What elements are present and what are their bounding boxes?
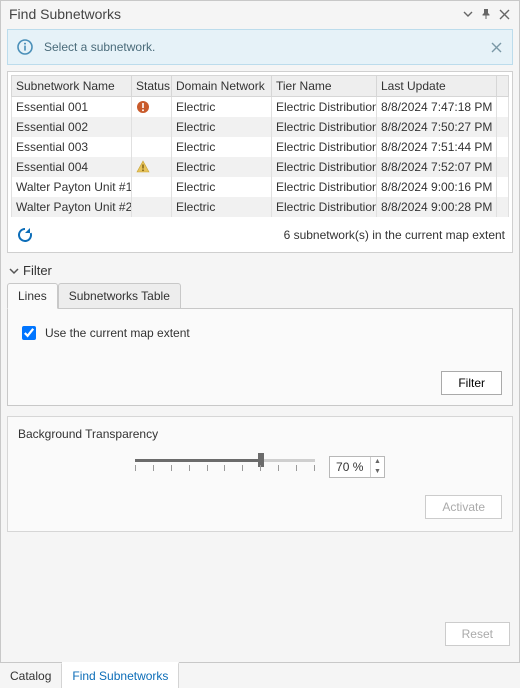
filter-label: Filter	[23, 263, 52, 278]
cell: Electric	[172, 117, 272, 137]
use-extent-row[interactable]: Use the current map extent	[18, 323, 502, 343]
cell	[497, 97, 509, 118]
collapse-icon[interactable]	[459, 5, 477, 23]
status-cell	[132, 177, 172, 197]
filter-header-toggle[interactable]: Filter	[7, 263, 513, 278]
column-header[interactable]: Status	[132, 76, 172, 97]
table-footer: 6 subnetwork(s) in the current map exten…	[11, 217, 509, 249]
cell: Walter Payton Unit #1	[12, 177, 132, 197]
filter-panel: Use the current map extent Filter	[7, 308, 513, 406]
filter-section: Filter Lines Subnetworks Table Use the c…	[7, 263, 513, 406]
filter-button[interactable]: Filter	[441, 371, 502, 395]
cell: Electric Distribution	[272, 157, 377, 177]
cell: Electric Distribution	[272, 137, 377, 157]
cell: Electric Distribution	[272, 117, 377, 137]
cell	[497, 177, 509, 197]
column-header-spacer	[497, 76, 509, 97]
transparency-label: Background Transparency	[18, 427, 502, 441]
cell: Electric	[172, 137, 272, 157]
table-row[interactable]: Walter Payton Unit #2 ElectricElectric Di…	[12, 197, 509, 217]
cell: Electric Distribution	[272, 177, 377, 197]
status-cell	[132, 97, 172, 118]
cell	[497, 117, 509, 137]
cell: 8/8/2024 7:51:44 PM	[377, 137, 497, 157]
info-message: Select a subnetwork.	[44, 40, 488, 54]
cell: 8/8/2024 7:52:07 PM	[377, 157, 497, 177]
info-bar: Select a subnetwork.	[7, 29, 513, 65]
cell: Essential 002	[12, 117, 132, 137]
tab-subnetworks-table[interactable]: Subnetworks Table	[58, 283, 181, 309]
chevron-down-icon	[7, 264, 21, 278]
subnetworks-table-wrap: Subnetwork NameStatusDomain NetworkTier …	[7, 71, 513, 253]
cell	[497, 137, 509, 157]
column-header[interactable]: Subnetwork Name	[12, 76, 132, 97]
subnetworks-table[interactable]: Subnetwork NameStatusDomain NetworkTier …	[11, 75, 509, 217]
cell: Electric Distribution	[272, 197, 377, 217]
table-row[interactable]: Essential 001 ElectricElectric Distributi…	[12, 97, 509, 118]
cell: Electric	[172, 97, 272, 118]
tab-catalog[interactable]: Catalog	[0, 663, 62, 688]
info-icon	[16, 38, 34, 56]
tab-lines[interactable]: Lines	[7, 283, 58, 309]
cell: Essential 004	[12, 157, 132, 177]
cell	[497, 157, 509, 177]
spinner-up-icon[interactable]: ▲	[371, 457, 384, 467]
column-header[interactable]: Last Update	[377, 76, 497, 97]
transparency-slider[interactable]	[135, 453, 315, 481]
cell: Walter Payton Unit #2	[12, 197, 132, 217]
transparency-spinner[interactable]: 70 % ▲ ▼	[329, 456, 385, 478]
pin-icon[interactable]	[477, 5, 495, 23]
info-close-icon[interactable]	[488, 39, 504, 55]
status-cell	[132, 197, 172, 217]
transparency-value: 70 %	[330, 460, 370, 474]
cell: Electric	[172, 177, 272, 197]
spinner-down-icon[interactable]: ▼	[371, 467, 384, 477]
cell	[497, 197, 509, 217]
cell: Essential 001	[12, 97, 132, 118]
cell: Electric	[172, 157, 272, 177]
filter-subtabs: Lines Subnetworks Table	[7, 282, 513, 308]
column-header[interactable]: Domain Network	[172, 76, 272, 97]
table-row[interactable]: Essential 002 ElectricElectric Distributi…	[12, 117, 509, 137]
titlebar: Find Subnetworks	[1, 1, 519, 27]
cell: Electric	[172, 197, 272, 217]
table-row[interactable]: Essential 003 ElectricElectric Distributi…	[12, 137, 509, 157]
status-cell	[132, 137, 172, 157]
reset-button[interactable]: Reset	[445, 622, 510, 646]
panel-title: Find Subnetworks	[9, 6, 459, 22]
error-icon	[136, 100, 167, 114]
table-row[interactable]: Walter Payton Unit #1 ElectricElectric Di…	[12, 177, 509, 197]
activate-button[interactable]: Activate	[425, 495, 502, 519]
bottom-tabbar: Catalog Find Subnetworks	[0, 662, 520, 688]
cell: Essential 003	[12, 137, 132, 157]
status-cell	[132, 157, 172, 177]
cell: 8/8/2024 7:50:27 PM	[377, 117, 497, 137]
cell: 8/8/2024 9:00:28 PM	[377, 197, 497, 217]
cell: 8/8/2024 9:00:16 PM	[377, 177, 497, 197]
use-extent-label: Use the current map extent	[45, 326, 190, 340]
close-icon[interactable]	[495, 5, 513, 23]
warning-icon	[136, 160, 167, 174]
refresh-icon[interactable]	[15, 225, 35, 245]
column-header[interactable]: Tier Name	[272, 76, 377, 97]
use-extent-checkbox[interactable]	[22, 326, 36, 340]
background-transparency-section: Background Transparency 70 % ▲ ▼ Activat…	[7, 416, 513, 532]
status-cell	[132, 117, 172, 137]
cell: 8/8/2024 7:47:18 PM	[377, 97, 497, 118]
cell: Electric Distribution	[272, 97, 377, 118]
table-row[interactable]: Essential 004 ElectricElectric Distributi…	[12, 157, 509, 177]
table-count-label: 6 subnetwork(s) in the current map exten…	[284, 228, 505, 242]
tab-find-subnetworks[interactable]: Find Subnetworks	[62, 662, 179, 688]
